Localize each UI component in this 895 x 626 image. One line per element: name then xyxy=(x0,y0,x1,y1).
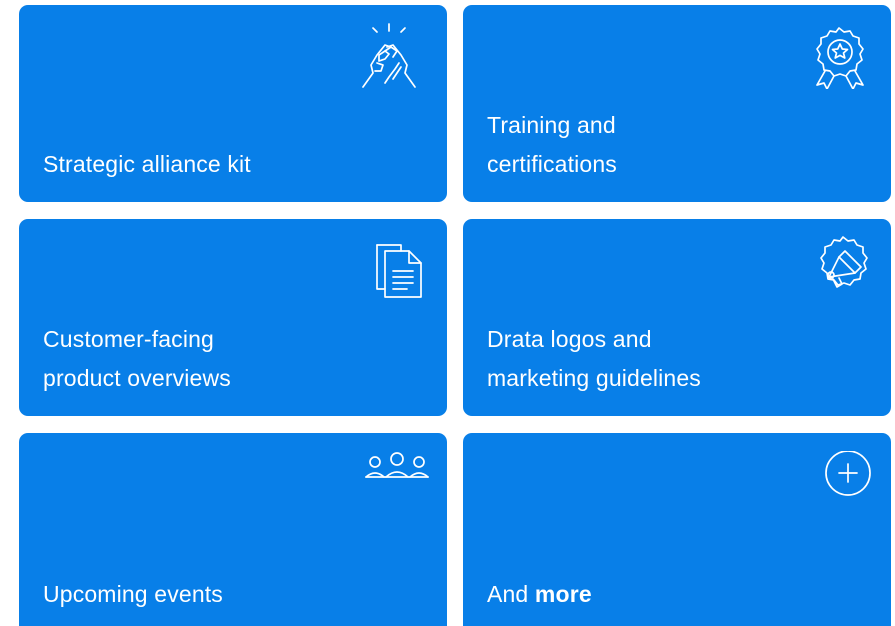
more-emphasis: more xyxy=(534,581,592,607)
card-label: Upcoming events xyxy=(43,575,223,614)
and-text: And xyxy=(487,581,529,607)
card-label-line: Training and xyxy=(487,112,616,138)
card-strategic-alliance-kit[interactable]: Strategic alliance kit xyxy=(19,5,447,202)
card-label-line: Drata logos and xyxy=(487,326,652,352)
documents-icon xyxy=(376,244,422,298)
card-label: Drata logos and marketing guidelines xyxy=(487,320,701,398)
card-upcoming-events[interactable]: Upcoming events xyxy=(19,433,447,626)
award-ribbon-icon xyxy=(816,27,864,89)
card-label: Customer-facing product overviews xyxy=(43,320,231,398)
card-and-more[interactable]: And more xyxy=(463,433,891,626)
card-label-line: Customer-facing xyxy=(43,326,214,352)
card-label-line: marketing guidelines xyxy=(487,365,701,391)
people-group-icon xyxy=(365,452,429,478)
card-label-line: certifications xyxy=(487,151,617,177)
handshake-icon xyxy=(362,23,416,88)
card-label: Training and certifications xyxy=(487,106,617,184)
card-customer-facing-product-overviews[interactable]: Customer-facing product overviews xyxy=(19,219,447,416)
card-label-line: Strategic alliance kit xyxy=(43,151,251,177)
card-label: And more xyxy=(487,575,592,614)
card-drata-logos-and-marketing-guidelines[interactable]: Drata logos and marketing guidelines xyxy=(463,219,891,416)
card-label-line: Upcoming events xyxy=(43,581,223,607)
megaphone-badge-icon xyxy=(820,236,868,288)
card-label-line: product overviews xyxy=(43,365,231,391)
resource-card-grid: Strategic alliance kit Training and cert… xyxy=(0,0,895,626)
card-training-and-certifications[interactable]: Training and certifications xyxy=(463,5,891,202)
card-label-line: And more xyxy=(487,575,592,614)
card-label: Strategic alliance kit xyxy=(43,145,251,184)
plus-circle-icon xyxy=(825,451,871,496)
